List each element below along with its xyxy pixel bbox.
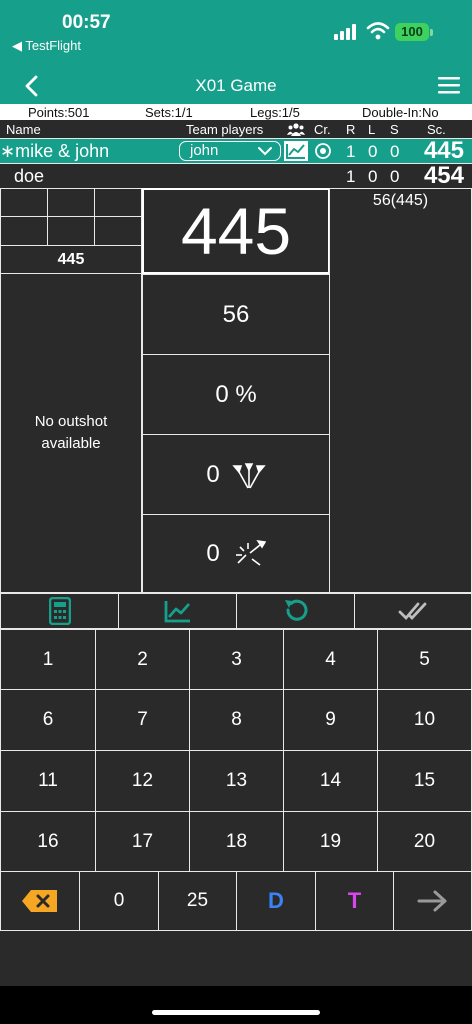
- key-6[interactable]: 6: [0, 689, 96, 751]
- key-18[interactable]: 18: [189, 811, 284, 872]
- game-info-row: Points:501 Sets:1/1 Legs:1/5 Double-In:N…: [0, 104, 472, 120]
- mini-total: 445: [0, 245, 142, 274]
- chart-icon: [164, 601, 190, 623]
- key-13[interactable]: 13: [189, 750, 284, 812]
- darts-count-cell: 0: [142, 434, 330, 515]
- backspace-button[interactable]: [0, 871, 80, 931]
- players-header: Name Team players Cr. R L S Sc.: [0, 120, 472, 138]
- dart-cell: [47, 216, 95, 246]
- player-r: 1: [346, 142, 356, 161]
- double-in-info: Double-In:No: [362, 105, 439, 120]
- legs-info: Legs:1/5: [250, 105, 300, 120]
- key-19[interactable]: 19: [283, 811, 378, 872]
- bottom-safe-area: [0, 986, 472, 1024]
- player-score: 454: [423, 162, 464, 189]
- header-l: L: [368, 122, 376, 137]
- header-s: S: [390, 122, 399, 137]
- player-l: 0: [368, 142, 378, 161]
- statistics-button[interactable]: [118, 593, 237, 629]
- current-player-target-icon: [315, 143, 331, 159]
- double-check-icon: [398, 602, 427, 621]
- header-name: Name: [6, 122, 41, 137]
- home-indicator[interactable]: [152, 1010, 320, 1015]
- key-3[interactable]: 3: [189, 629, 284, 690]
- hamburger-menu-icon[interactable]: [438, 76, 460, 94]
- checkout-percent: 0 %: [142, 354, 330, 435]
- page-title: X01 Game: [195, 76, 277, 95]
- player-s: 0: [390, 167, 400, 186]
- signal-icon: [334, 24, 356, 40]
- header-team-players: Team players: [186, 122, 264, 137]
- key-14[interactable]: 14: [283, 750, 378, 812]
- darts-icon: [231, 462, 266, 488]
- dart-cell: [0, 188, 48, 217]
- key-15[interactable]: 15: [377, 750, 472, 812]
- throw-history-entry: 56(445): [372, 192, 429, 209]
- key-7[interactable]: 7: [95, 689, 190, 751]
- key-0[interactable]: 0: [79, 871, 159, 931]
- key-1[interactable]: 1: [0, 629, 96, 690]
- player-l: 0: [368, 167, 378, 186]
- header-r: R: [346, 122, 356, 137]
- key-12[interactable]: 12: [95, 750, 190, 812]
- stats-button[interactable]: [284, 141, 308, 161]
- broken-darts-icon: [235, 539, 266, 566]
- player-s: 0: [390, 142, 400, 161]
- throw-history-panel: 56(445): [329, 188, 472, 593]
- divider: [0, 163, 472, 164]
- calculator-button[interactable]: [0, 593, 119, 629]
- chart-icon: [286, 144, 305, 159]
- triple-button[interactable]: T: [315, 871, 394, 931]
- team-player-selected: john: [190, 142, 219, 159]
- chevron-down-icon: [258, 147, 272, 156]
- bust-count-cell: 0: [142, 514, 330, 593]
- header-cr: Cr.: [314, 122, 331, 137]
- backspace-icon: [22, 890, 57, 912]
- team-icon: [287, 123, 305, 136]
- key-5[interactable]: 5: [377, 629, 472, 690]
- dart-cell: [94, 188, 142, 217]
- undo-icon: [284, 599, 307, 621]
- divider: [0, 138, 472, 139]
- arrow-right-icon: [417, 890, 446, 912]
- undo-button[interactable]: [236, 593, 355, 629]
- big-score: 445: [142, 188, 330, 274]
- outshot-text: No outshot available: [0, 273, 142, 593]
- status-time: 00:57: [62, 12, 111, 33]
- back-to-testflight[interactable]: ◀ TestFlight: [12, 38, 81, 54]
- darts-count: 0: [206, 460, 220, 488]
- confirm-button[interactable]: [354, 593, 472, 629]
- dart-cell: [0, 216, 48, 246]
- player-row[interactable]: doe 1 0 0 454: [0, 162, 472, 189]
- battery-tip: [430, 29, 433, 36]
- key-16[interactable]: 16: [0, 811, 96, 872]
- key-8[interactable]: 8: [189, 689, 284, 751]
- calculator-icon: [48, 597, 71, 625]
- sets-info: Sets:1/1: [145, 105, 193, 120]
- dart-cell: [94, 216, 142, 246]
- wifi-icon: [366, 22, 390, 40]
- player-r: 1: [346, 167, 356, 186]
- key-9[interactable]: 9: [283, 689, 378, 751]
- key-2[interactable]: 2: [95, 629, 190, 690]
- last-score: 56: [142, 274, 330, 355]
- player-name: ∗mike & john: [0, 141, 110, 161]
- key-11[interactable]: 11: [0, 750, 96, 812]
- points-info: Points:501: [28, 105, 90, 120]
- player-name: doe: [14, 166, 45, 186]
- header-sc: Sc.: [427, 122, 446, 137]
- key-17[interactable]: 17: [95, 811, 190, 872]
- bust-count: 0: [206, 539, 220, 567]
- key-4[interactable]: 4: [283, 629, 378, 690]
- next-button[interactable]: [393, 871, 472, 931]
- dart-cell: [47, 188, 95, 217]
- key-20[interactable]: 20: [377, 811, 472, 872]
- team-player-select[interactable]: john: [179, 141, 281, 161]
- battery-indicator: 100: [395, 23, 429, 41]
- key-25[interactable]: 25: [158, 871, 237, 931]
- key-10[interactable]: 10: [377, 689, 472, 751]
- player-score: 445: [423, 137, 464, 164]
- double-button[interactable]: D: [236, 871, 316, 931]
